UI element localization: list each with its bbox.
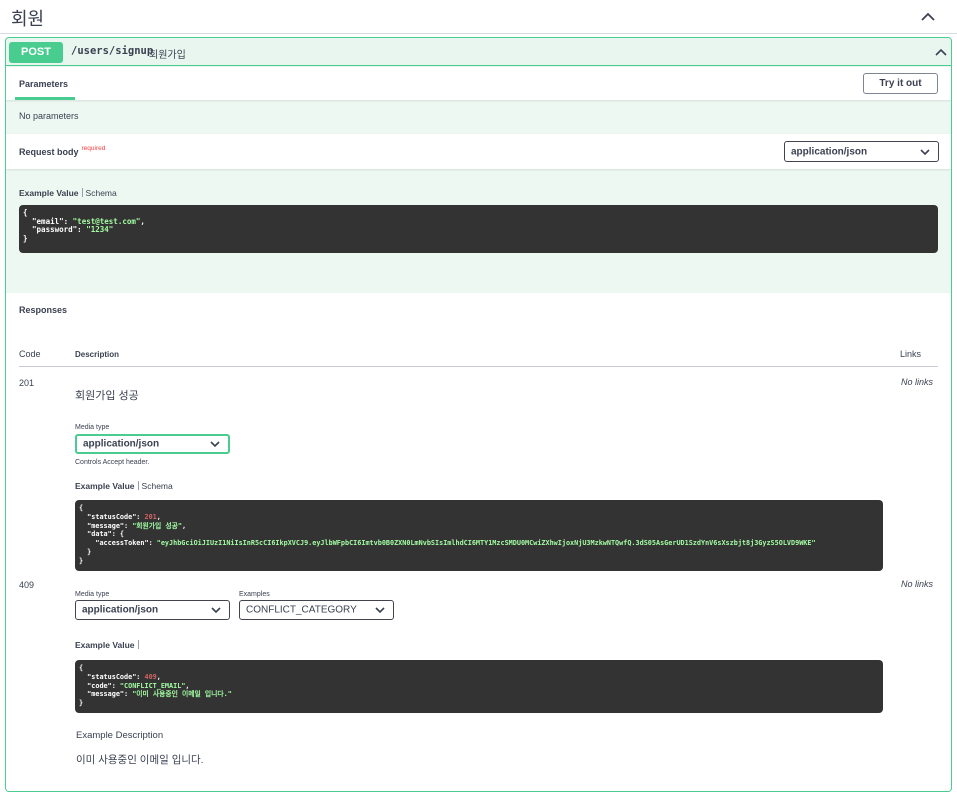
request-example-tabs: Example Value Schema bbox=[19, 188, 117, 198]
operation-path: /users/signup bbox=[71, 45, 154, 57]
parameters-header: Parameters Try it out bbox=[6, 67, 951, 100]
response-409-example-code: { "statusCode": 409, "code": "CONFLICT_E… bbox=[75, 660, 883, 713]
response-201-example-tabs: Example Value Schema bbox=[75, 481, 173, 491]
example-description-text: 이미 사용중인 이메일 입니다. bbox=[76, 754, 204, 766]
response-409-media-type-select[interactable]: application/json bbox=[75, 600, 230, 620]
media-type-label: Media type bbox=[75, 591, 110, 598]
col-links: Links bbox=[900, 349, 922, 359]
tab-example-value[interactable]: Example Value bbox=[75, 640, 135, 650]
tag-header[interactable]: 회원 bbox=[0, 0, 957, 34]
request-content-type-select[interactable]: application/json bbox=[784, 141, 939, 162]
response-201-example-code: { "statusCode": 201, "message": "회원가입 성공… bbox=[75, 500, 883, 571]
tab-parameters[interactable]: Parameters bbox=[19, 79, 68, 89]
col-description: Description bbox=[75, 350, 120, 359]
request-body-title: Request body required bbox=[19, 145, 106, 157]
response-201-media-type-select[interactable]: application/json bbox=[75, 434, 230, 454]
responses-title: Responses bbox=[19, 305, 68, 315]
tab-schema[interactable]: Schema bbox=[86, 188, 117, 198]
response-code-409: 409 bbox=[19, 580, 35, 590]
required-label: required bbox=[81, 145, 106, 152]
chevron-down-icon bbox=[211, 607, 221, 614]
operation-summary-text: 회원가입 bbox=[149, 50, 186, 61]
tab-example-value[interactable]: Example Value bbox=[19, 188, 79, 198]
response-code-201: 201 bbox=[19, 378, 35, 388]
tab-active-indicator bbox=[15, 97, 75, 100]
chevron-up-icon[interactable] bbox=[934, 45, 948, 59]
try-it-out-button[interactable]: Try it out bbox=[863, 73, 938, 94]
chevron-down-icon bbox=[920, 148, 930, 155]
operation-block: POST /users/signup 회원가입 Parameters Try i… bbox=[5, 37, 952, 792]
chevron-down-icon bbox=[210, 441, 220, 448]
links-409: No links bbox=[901, 579, 934, 589]
accept-header-note: Controls Accept header. bbox=[75, 459, 150, 466]
request-body-header: Request body required application/json bbox=[6, 134, 951, 169]
response-409-examples-select[interactable]: CONFLICT_CATEGORY bbox=[239, 600, 394, 620]
response-409-example-tabs: Example Value bbox=[75, 640, 142, 650]
request-example-code: { "email": "test@test.com", "password": … bbox=[19, 205, 938, 253]
chevron-down-icon bbox=[375, 607, 385, 614]
method-badge: POST bbox=[9, 42, 63, 63]
responses-header: Responses bbox=[6, 293, 951, 327]
tab-example-value[interactable]: Example Value bbox=[75, 481, 135, 491]
links-201: No links bbox=[901, 377, 934, 387]
no-parameters-text: No parameters bbox=[19, 111, 79, 121]
chevron-up-icon[interactable] bbox=[919, 8, 937, 26]
response-description-201: 회원가입 성공 bbox=[75, 390, 139, 402]
table-divider bbox=[19, 366, 938, 367]
examples-label: Examples bbox=[239, 591, 270, 598]
tab-schema[interactable]: Schema bbox=[142, 481, 173, 491]
tag-title: 회원 bbox=[11, 9, 45, 29]
col-code: Code bbox=[19, 349, 41, 359]
example-description-title: Example Description bbox=[76, 730, 164, 741]
operation-summary[interactable]: POST /users/signup 회원가입 bbox=[6, 38, 951, 66]
media-type-label: Media type bbox=[75, 424, 110, 431]
